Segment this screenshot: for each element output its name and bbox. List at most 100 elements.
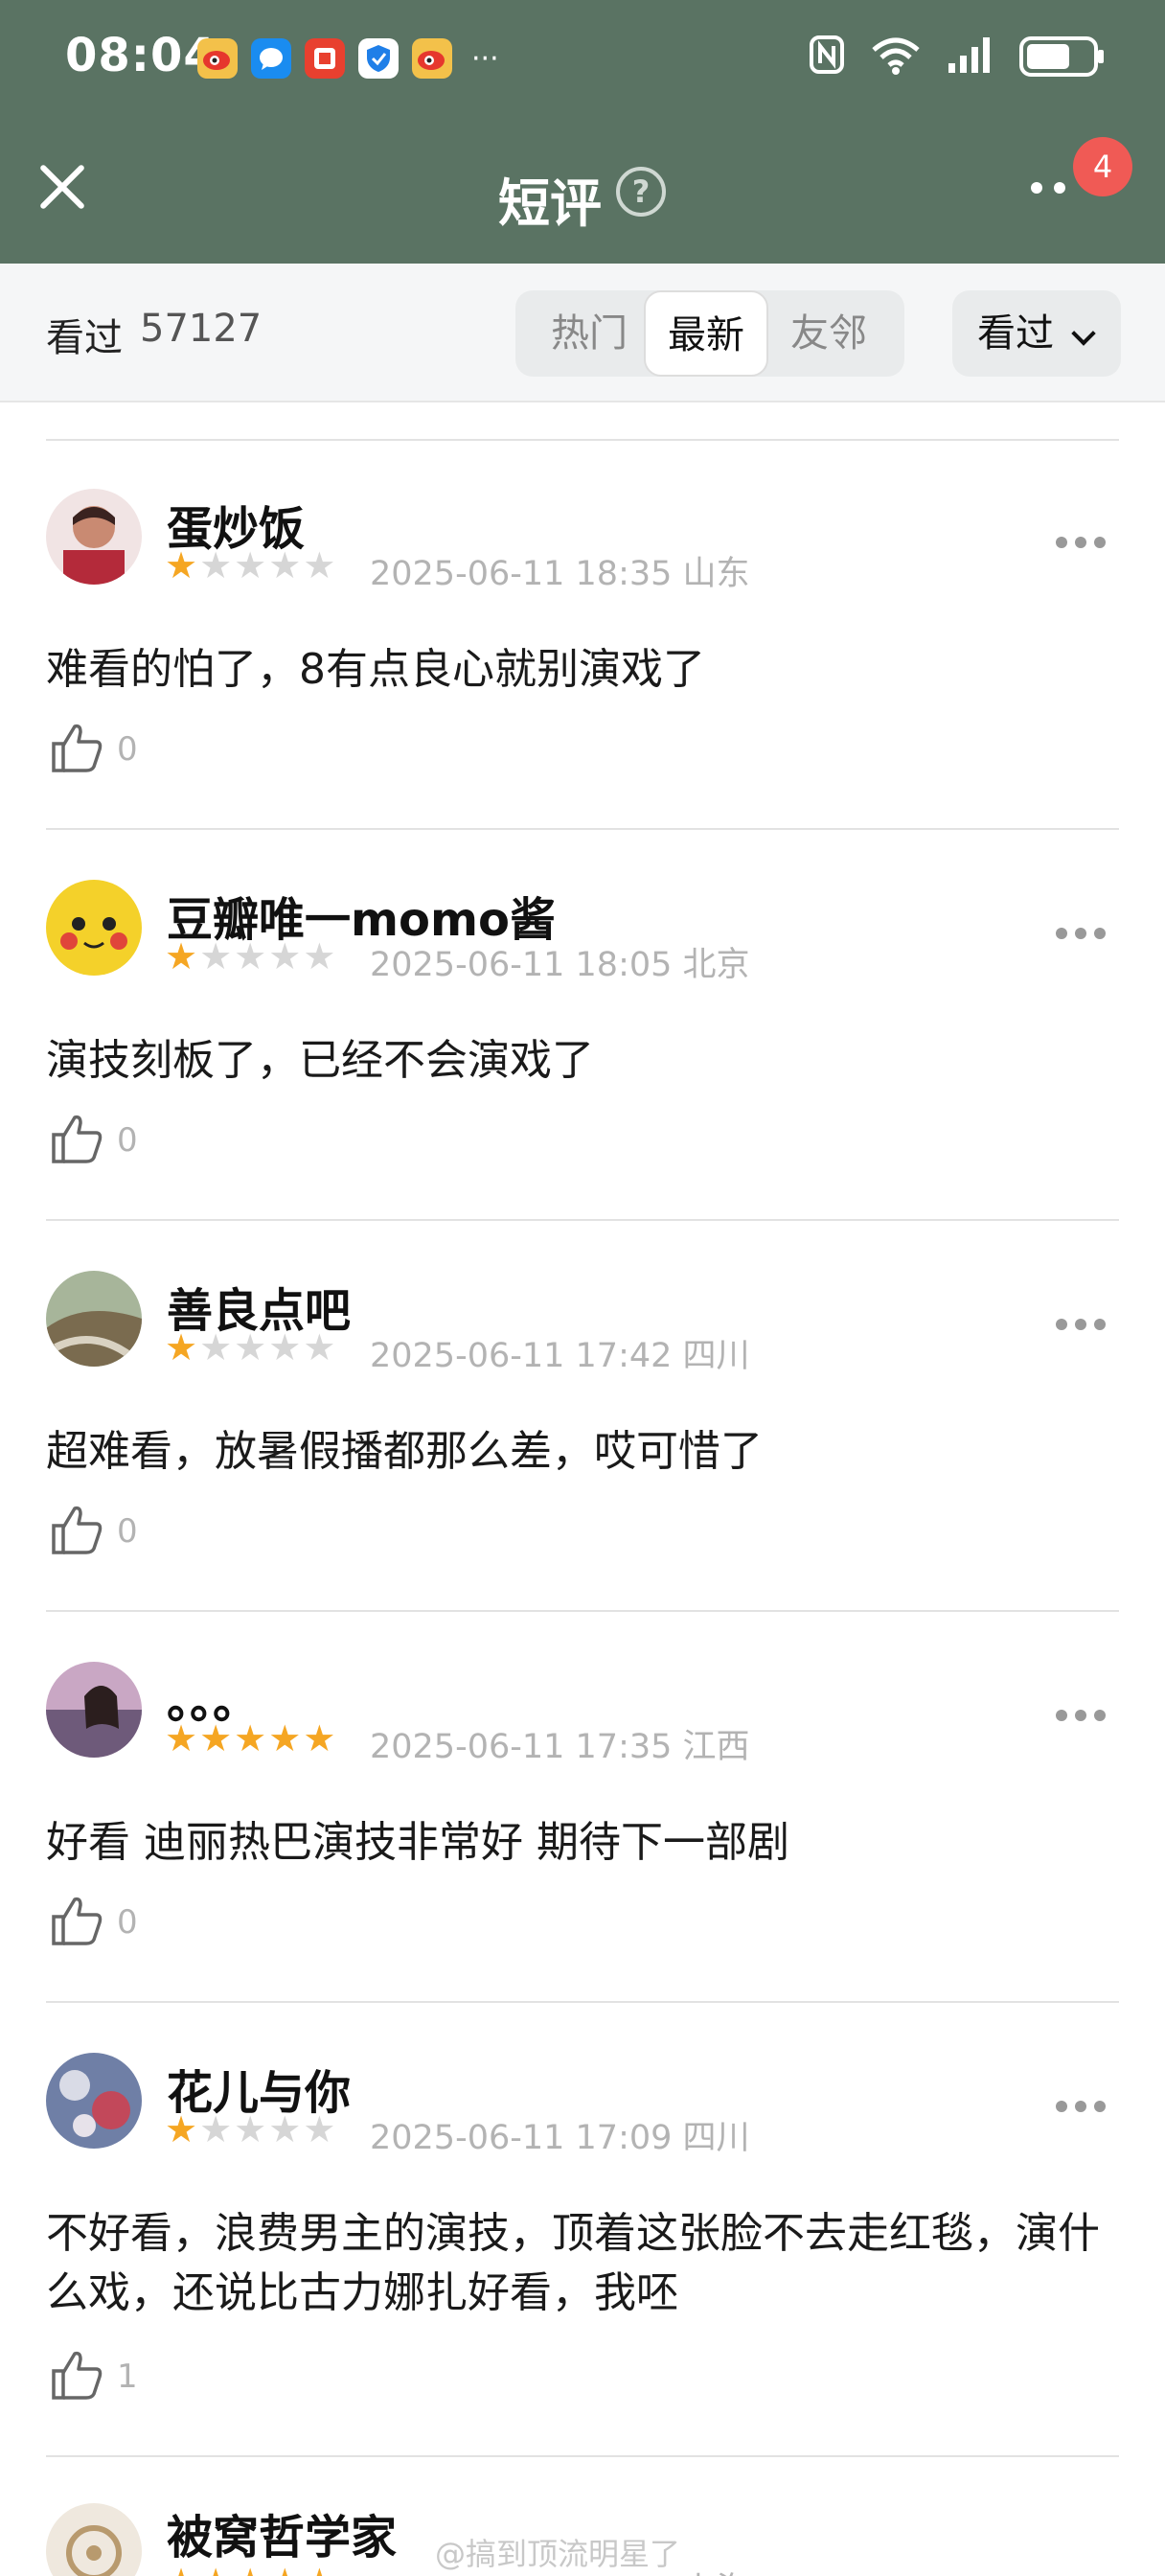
nav-bar: 短评 ?: [0, 134, 1165, 240]
thumbs-up-icon: [50, 721, 103, 778]
tab-friends[interactable]: 友邻: [766, 290, 891, 377]
star-empty-icon: ★: [234, 1326, 267, 1368]
comment-meta: 2025-06-11 17:35 江西: [370, 1728, 750, 1766]
rating-stars: ★ ★ ★ ★ ★: [165, 2563, 335, 2576]
star-filled-icon: ★: [165, 544, 198, 586]
rating-stars: ★ ★ ★ ★ ★: [165, 2110, 335, 2149]
like-button[interactable]: 0: [50, 721, 138, 778]
battery-icon: [1019, 36, 1104, 77]
star-empty-icon: ★: [199, 935, 233, 978]
comment-text: 演技刻板了，已经不会演戏了: [46, 1036, 594, 1085]
comment-item: 花儿与你 ★ ★ ★ ★ ★ 2025-06-11 17:09 四川 不好看，浪…: [0, 2005, 1165, 2457]
notification-icons: ···: [197, 38, 499, 79]
star-empty-icon: ★: [199, 544, 233, 586]
avatar[interactable]: [46, 489, 142, 585]
weibo-icon: [197, 38, 238, 79]
comment-more-button[interactable]: [1056, 1710, 1106, 1723]
like-button[interactable]: 0: [50, 1894, 138, 1951]
rating-stars: ★ ★ ★ ★ ★: [165, 1328, 335, 1367]
like-count: 0: [117, 730, 138, 769]
star-empty-icon: ★: [268, 1326, 302, 1368]
close-button[interactable]: [33, 157, 92, 217]
username[interactable]: 被窝哲学家: [167, 2499, 397, 2566]
shield-icon: [358, 38, 399, 79]
star-empty-icon: ★: [234, 544, 267, 586]
divider: [46, 1610, 1119, 1612]
star-filled-icon: ★: [199, 2563, 232, 2576]
comment-meta: 2025-06-11 18:35 山东: [370, 555, 750, 593]
comment-item: 豆瓣唯一momo酱 ★ ★ ★ ★ ★ 2025-06-11 18:05 北京 …: [0, 832, 1165, 1223]
nfc-icon: [809, 34, 845, 79]
tab-hot[interactable]: 热门: [527, 290, 651, 377]
avatar[interactable]: [46, 880, 142, 976]
comment-meta: 2025-06-11 17:09 四川: [370, 2119, 750, 2157]
star-empty-icon: ★: [234, 2108, 267, 2150]
wifi-icon: [870, 34, 922, 79]
comment-more-button[interactable]: [1056, 537, 1106, 550]
like-count: 0: [117, 1121, 138, 1160]
taobao-icon: [305, 38, 345, 79]
star-empty-icon: ★: [199, 1326, 233, 1368]
avatar[interactable]: [46, 2053, 142, 2149]
message-icon: [251, 38, 291, 79]
star-filled-icon: ★: [165, 2563, 197, 2576]
comment-text: 难看的怕了，8有点良心就别演戏了: [46, 645, 705, 694]
help-icon[interactable]: ?: [616, 167, 666, 217]
sort-tabs: 热门 最新 友邻: [515, 290, 904, 377]
top-bar: 08:04 ··· 短评 ?: [0, 0, 1165, 264]
star-empty-icon: ★: [268, 2108, 302, 2150]
star-empty-icon: ★: [268, 935, 302, 978]
like-button[interactable]: 1: [50, 2348, 138, 2405]
star-filled-icon: ★: [303, 2563, 335, 2576]
star-empty-icon: ★: [303, 1326, 336, 1368]
avatar[interactable]: [46, 2503, 142, 2576]
comment-text: 超难看，放暑假播都那么差，哎可惜了: [46, 1427, 763, 1476]
watched-dropdown[interactable]: 看过: [952, 290, 1121, 377]
star-empty-icon: ★: [234, 935, 267, 978]
avatar[interactable]: [46, 1271, 142, 1367]
star-filled-icon: ★: [165, 1717, 198, 1760]
divider: [46, 828, 1119, 830]
more-notifications-icon: ···: [471, 41, 499, 76]
like-count: 1: [117, 2358, 138, 2396]
star-empty-icon: ★: [303, 544, 336, 586]
avatar[interactable]: [46, 1662, 142, 1758]
star-filled-icon: ★: [165, 2108, 198, 2150]
like-button[interactable]: 0: [50, 1503, 138, 1560]
comment-text: 好看 迪丽热巴演技非常好 期待下一部剧: [46, 1818, 789, 1867]
comment-item: 善良点吧 ★ ★ ★ ★ ★ 2025-06-11 17:42 四川 超难看，放…: [0, 1223, 1165, 1614]
thumbs-up-icon: [50, 2348, 103, 2405]
comment-more-button[interactable]: [1056, 928, 1106, 941]
page-title: 短评: [498, 173, 602, 234]
star-filled-icon: ★: [199, 1717, 233, 1760]
comment-more-button[interactable]: [1056, 2101, 1106, 2114]
like-count: 0: [117, 1903, 138, 1942]
watched-count: 57127: [140, 307, 263, 351]
system-icons: [809, 34, 1104, 79]
like-button[interactable]: 0: [50, 1112, 138, 1169]
comment-item: 。。。 ★ ★ ★ ★ ★ 2025-06-11 17:35 江西 好看 迪丽热…: [0, 1614, 1165, 2005]
thumbs-up-icon: [50, 1112, 103, 1169]
watermark: @搞到顶流明星了: [435, 2536, 681, 2572]
star-filled-icon: ★: [234, 2563, 266, 2576]
star-filled-icon: ★: [165, 1326, 198, 1368]
notification-badge: 4: [1073, 137, 1132, 196]
star-empty-icon: ★: [268, 544, 302, 586]
rating-stars: ★ ★ ★ ★ ★: [165, 937, 335, 976]
comment-more-button[interactable]: [1056, 1319, 1106, 1332]
comment-item: 蛋炒饭 ★ ★ ★ ★ ★ 2025-06-11 18:35 山东 难看的怕了，…: [0, 441, 1165, 832]
tab-latest[interactable]: 最新: [644, 290, 768, 377]
weibo-icon: [412, 38, 452, 79]
status-time: 08:04: [65, 29, 217, 82]
thumbs-up-icon: [50, 1894, 103, 1951]
star-filled-icon: ★: [234, 1717, 267, 1760]
star-empty-icon: ★: [199, 2108, 233, 2150]
signal-icon: [947, 34, 994, 79]
star-filled-icon: ★: [303, 1717, 336, 1760]
watched-label: 看过: [46, 316, 123, 360]
filter-bar: 看过 57127 热门 最新 友邻 看过: [0, 264, 1165, 402]
comment-text: 不好看，浪费男主的演技，顶着这张脸不去走红毯，演什么戏，还说比古力娜扎好看，我呸: [46, 2209, 1100, 2317]
chevron-down-icon: [1071, 321, 1096, 346]
status-bar: 08:04 ···: [0, 0, 1165, 115]
star-filled-icon: ★: [268, 2563, 301, 2576]
